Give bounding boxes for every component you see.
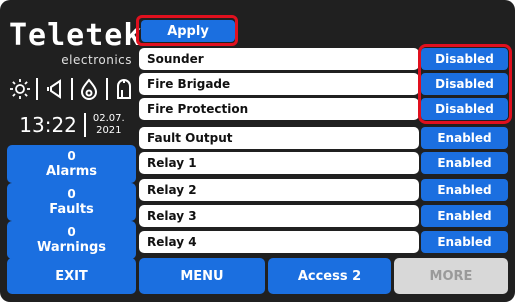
row-label-sounder[interactable]: Sounder (139, 48, 419, 70)
brand-logo: Teletek (9, 18, 143, 53)
clock: 13:22 02.07. 2021 (8, 108, 136, 142)
row-status-relay-4[interactable]: Enabled (421, 231, 508, 253)
faults-count: 0 (67, 187, 76, 201)
clock-separator (83, 113, 86, 137)
status-icons (8, 74, 136, 104)
alarms-button[interactable]: 0 Alarms (7, 145, 136, 183)
row-label-relay-2[interactable]: Relay 2 (139, 179, 419, 201)
flame-icon (77, 77, 101, 101)
menu-button[interactable]: MENU (139, 258, 265, 294)
alarms-count: 0 (67, 149, 76, 163)
warnings-count: 0 (67, 225, 76, 239)
brand-subtitle: electronics (61, 53, 132, 67)
icon-separator (70, 78, 73, 100)
row-label-fire-brigade[interactable]: Fire Brigade (139, 73, 419, 95)
speaker-icon (43, 77, 67, 101)
clock-date: 02.07. 2021 (93, 113, 125, 137)
clock-date-year: 2021 (96, 125, 122, 136)
clock-date-day-month: 02.07. (92, 113, 125, 124)
row-label-relay-3[interactable]: Relay 3 (139, 205, 419, 227)
apply-button[interactable]: Apply (141, 20, 235, 42)
disabled-status-highlight (418, 44, 512, 124)
row-status-relay-2[interactable]: Enabled (421, 179, 508, 201)
warnings-label: Warnings (36, 240, 107, 255)
faults-label: Faults (49, 202, 94, 217)
warnings-button[interactable]: 0 Warnings (7, 221, 136, 259)
faults-button[interactable]: 0 Faults (7, 183, 136, 221)
alarms-label: Alarms (46, 164, 97, 179)
row-status-relay-1[interactable]: Enabled (421, 152, 508, 174)
more-button: MORE (394, 258, 508, 294)
row-label-fire-protection[interactable]: Fire Protection (139, 98, 419, 120)
sun-icon (8, 77, 32, 101)
exit-button[interactable]: EXIT (7, 258, 136, 294)
icon-separator (105, 78, 108, 100)
icon-separator (36, 78, 39, 100)
clock-time: 13:22 (19, 113, 77, 137)
row-status-relay-3[interactable]: Enabled (421, 205, 508, 227)
row-label-fault-output[interactable]: Fault Output (139, 127, 419, 149)
control-panel-screen: Teletek electronics 13:22 02.07. 2021 0 … (0, 0, 515, 302)
sounder-icon (112, 77, 136, 101)
row-label-relay-1[interactable]: Relay 1 (139, 152, 419, 174)
access-level-button[interactable]: Access 2 (268, 258, 391, 294)
row-label-relay-4[interactable]: Relay 4 (139, 231, 419, 253)
row-status-fault-output[interactable]: Enabled (421, 127, 508, 149)
